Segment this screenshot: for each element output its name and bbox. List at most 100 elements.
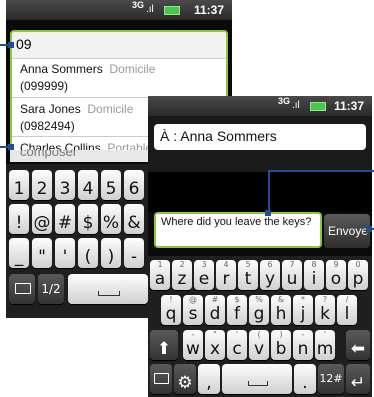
key-d[interactable]: # d <box>205 295 225 325</box>
key-label: g <box>253 304 265 324</box>
key-c[interactable]: ' c <box>227 330 247 360</box>
key-n[interactable]: -n <box>293 330 313 360</box>
key-hint: 5 <box>245 260 251 269</box>
suggestion-number: (0982494) <box>20 119 75 133</box>
key-label: z <box>177 269 187 289</box>
key-label: b <box>275 339 287 359</box>
key-p[interactable]: 0p <box>348 260 368 290</box>
key-z[interactable]: 2z <box>172 260 192 290</box>
space-key[interactable] <box>68 274 148 304</box>
key[interactable]: _ <box>9 238 29 268</box>
key-label: k <box>320 304 330 324</box>
key-v[interactable]: (v <box>249 330 269 360</box>
key-hint: ! <box>169 295 173 304</box>
key[interactable]: ( <box>78 238 98 268</box>
callout-dot <box>265 210 271 216</box>
key[interactable]: 1 <box>9 170 29 200</box>
key-e[interactable]: 3e <box>194 260 214 290</box>
to-field[interactable]: 09 <box>16 36 216 56</box>
key-w[interactable]: -w <box>183 330 203 360</box>
enter-icon: ↵ <box>350 373 366 393</box>
key-j[interactable]: * j <box>293 295 313 325</box>
suggestion-item[interactable]: Anna Sommers Domicile (099999) <box>12 58 226 97</box>
key[interactable]: 4 <box>78 170 98 200</box>
key[interactable]: @ <box>32 204 52 234</box>
symbols-key[interactable]: 12# <box>318 364 344 394</box>
key-label: i <box>311 269 317 289</box>
key[interactable]: ) <box>101 238 121 268</box>
key-a[interactable]: 1a <box>150 260 170 290</box>
key-hint: " <box>213 330 217 339</box>
network-3g-icon: 3G <box>278 96 291 106</box>
suggestion-number: (099999) <box>20 79 69 93</box>
right-phone-screen: 3G .ıl 11:37 À : Anna Sommers Where did … <box>148 96 372 397</box>
key-k[interactable]: ? k <box>315 295 335 325</box>
key-t[interactable]: 5t <box>238 260 258 290</box>
key[interactable]: ! <box>9 204 29 234</box>
message-input[interactable]: Where did you leave the keys? <box>154 212 322 248</box>
enter-key[interactable]: ↵ <box>346 364 370 394</box>
space-icon <box>98 291 120 296</box>
key-m[interactable]: ' m <box>315 330 335 360</box>
key-label: w <box>186 339 200 359</box>
key-x[interactable]: " x <box>205 330 225 360</box>
key-g[interactable]: % g <box>249 295 269 325</box>
key[interactable]: " <box>32 238 52 268</box>
key[interactable]: - <box>124 238 144 268</box>
key-s[interactable]: @ s <box>183 295 203 325</box>
settings-key[interactable]: ⚙ <box>174 364 196 394</box>
key-u[interactable]: 7u <box>282 260 302 290</box>
space-key[interactable] <box>222 364 292 394</box>
key-label: h <box>275 304 287 324</box>
key-hint: / <box>345 295 349 304</box>
recipient-field[interactable]: À : Anna Sommers <box>154 124 366 150</box>
send-button-label: Envoye <box>328 224 369 238</box>
keyboard-switch-key[interactable] <box>9 274 35 304</box>
key-f[interactable]: $ f <box>227 295 247 325</box>
key-hint: ( <box>257 330 261 339</box>
comma-key[interactable]: , <box>198 364 220 394</box>
key-o[interactable]: 9o <box>326 260 346 290</box>
key-hint: # <box>211 295 219 304</box>
keyboard-switch-key[interactable] <box>150 364 172 394</box>
key[interactable]: 2 <box>32 170 52 200</box>
key-q[interactable]: ! q <box>161 295 181 325</box>
gear-icon: ⚙ <box>177 373 193 393</box>
key[interactable]: 3 <box>55 170 75 200</box>
key[interactable]: & <box>124 204 144 234</box>
key[interactable]: 6 <box>124 170 144 200</box>
key-hint: 8 <box>311 260 317 269</box>
key-y[interactable]: 6y <box>260 260 280 290</box>
key[interactable]: ' <box>55 238 75 268</box>
suggestion-type: Domicile <box>87 102 134 116</box>
suggestion-name: Anna Sommers <box>20 62 103 76</box>
key[interactable]: $ <box>78 204 98 234</box>
key[interactable]: % <box>101 204 121 234</box>
key-label: m <box>316 339 334 359</box>
key-i[interactable]: 8i <box>304 260 324 290</box>
delete-key[interactable]: ⬅ <box>346 330 370 360</box>
shift-key[interactable]: ⬆ <box>150 330 178 360</box>
key-r[interactable]: 4r <box>216 260 236 290</box>
key-l[interactable]: / l <box>337 295 357 325</box>
key-label: j <box>300 304 306 324</box>
signal-icon: .ıl <box>292 100 300 111</box>
key-h[interactable]: & h <box>271 295 291 325</box>
key-label: v <box>253 339 265 359</box>
key-hint: 9 <box>333 260 339 269</box>
key-hint: @ <box>189 295 197 304</box>
period-key[interactable]: . <box>294 364 316 394</box>
suggestion-type: Domicile <box>109 62 156 76</box>
send-button[interactable]: Envoye <box>324 214 370 248</box>
key-b[interactable]: ) b <box>271 330 291 360</box>
left-status-bar: 3G .ıl 11:37 <box>6 0 232 20</box>
key-label: a <box>154 269 166 289</box>
key-hint: ) <box>279 330 283 339</box>
page-indicator: 1/2 <box>41 282 61 296</box>
key[interactable]: # <box>55 204 75 234</box>
key-label: s <box>188 304 198 324</box>
key-hint: & <box>277 295 285 304</box>
key-label: u <box>286 269 298 289</box>
key[interactable]: 5 <box>101 170 121 200</box>
page-toggle-key[interactable]: 1/2 <box>38 274 64 304</box>
